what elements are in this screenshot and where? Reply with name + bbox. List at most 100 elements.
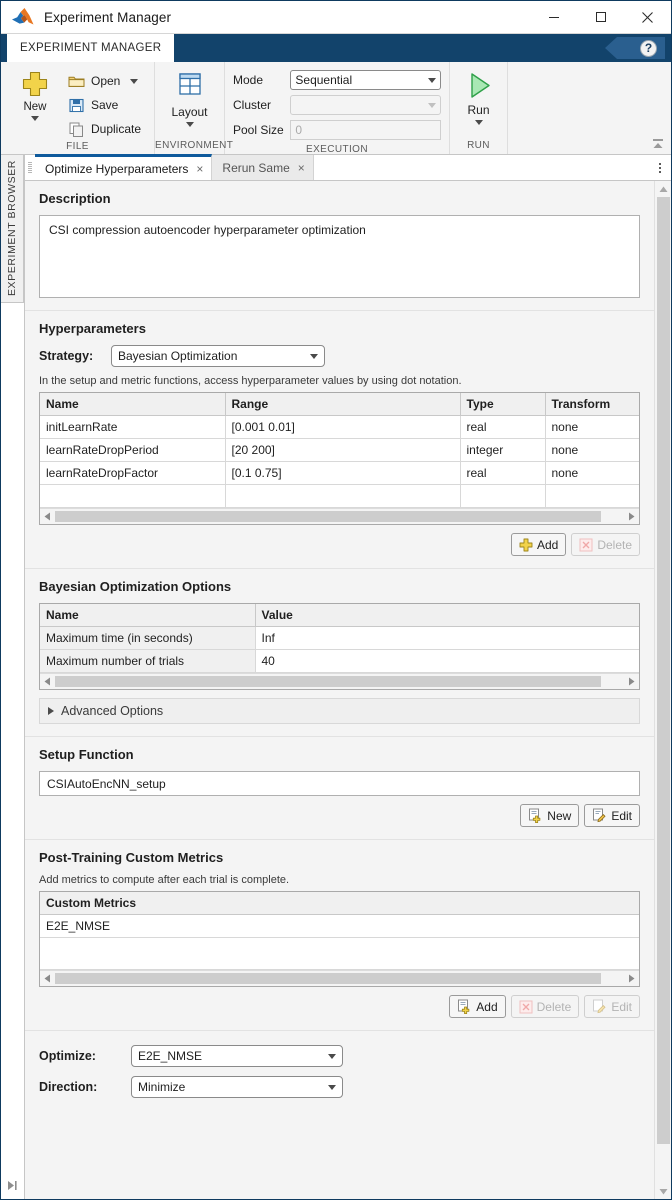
scroll-track[interactable] [655, 197, 672, 1183]
pool-size-input[interactable]: 0 [290, 120, 441, 140]
table-row[interactable]: Maximum time (in seconds) Inf [40, 627, 639, 650]
cell-type[interactable]: real [460, 416, 545, 439]
minimize-button[interactable] [530, 1, 577, 34]
advanced-options-toggle[interactable]: Advanced Options [39, 698, 640, 724]
save-button[interactable]: Save [63, 93, 145, 117]
cluster-dropdown[interactable] [290, 95, 441, 115]
strategy-value: Bayesian Optimization [118, 349, 237, 363]
scroll-left-button[interactable] [40, 974, 55, 983]
cell-type[interactable]: integer [460, 439, 545, 462]
scroll-right-button[interactable] [624, 974, 639, 983]
table-row[interactable]: learnRateDropFactor [0.1 0.75] real none [40, 462, 639, 485]
column-header-name[interactable]: Name [40, 604, 255, 627]
scroll-down-button[interactable] [655, 1183, 672, 1199]
add-hyperparameter-button[interactable]: Add [511, 533, 566, 556]
open-button[interactable]: Open [63, 69, 145, 93]
new-setup-function-button[interactable]: New [520, 804, 579, 827]
tab-label: Rerun Same [222, 161, 289, 175]
description-textarea[interactable]: CSI compression autoencoder hyperparamet… [39, 215, 640, 298]
run-button[interactable]: Run [456, 65, 501, 125]
edit-label: Edit [611, 809, 632, 823]
close-icon[interactable]: × [196, 163, 203, 175]
cell-range[interactable]: [20 200] [225, 439, 460, 462]
chevron-down-icon[interactable] [31, 116, 39, 121]
column-header-name[interactable]: Name [40, 393, 225, 416]
expand-panel-button[interactable] [1, 1171, 24, 1199]
scroll-thumb[interactable] [55, 676, 601, 687]
copy-icon [67, 120, 85, 138]
table-row[interactable]: initLearnRate [0.001 0.01] real none [40, 416, 639, 439]
mode-dropdown[interactable]: Sequential [290, 70, 441, 90]
tab-rerun-same[interactable]: Rerun Same × [212, 155, 313, 180]
pool-size-placeholder: 0 [295, 123, 302, 137]
tab-experiment-manager[interactable]: EXPERIMENT MANAGER [7, 34, 174, 62]
direction-dropdown[interactable]: Minimize [131, 1076, 343, 1098]
tab-optimize-hyperparameters[interactable]: Optimize Hyperparameters × [35, 154, 212, 180]
scroll-left-button[interactable] [40, 677, 55, 686]
cell-range[interactable]: [0.1 0.75] [225, 462, 460, 485]
collapse-ribbon-button[interactable] [651, 137, 665, 151]
cell-name[interactable]: learnRateDropFactor [40, 462, 225, 485]
scroll-thumb[interactable] [55, 511, 601, 522]
chevron-down-icon [428, 103, 436, 108]
scroll-thumb[interactable] [55, 973, 601, 984]
add-label: Add [476, 1000, 497, 1014]
column-header-transform[interactable]: Transform [545, 393, 639, 416]
setup-function-input[interactable]: CSIAutoEncNN_setup [39, 771, 640, 796]
close-button[interactable] [624, 1, 671, 34]
close-icon[interactable]: × [298, 162, 305, 174]
custom-metrics-button-row: Add Delete [39, 995, 640, 1018]
scroll-right-button[interactable] [624, 677, 639, 686]
column-header-range[interactable]: Range [225, 393, 460, 416]
horizontal-scrollbar[interactable] [40, 970, 639, 986]
cell-name[interactable]: learnRateDropPeriod [40, 439, 225, 462]
add-metric-button[interactable]: Add [449, 995, 505, 1018]
strategy-dropdown[interactable]: Bayesian Optimization [111, 345, 325, 367]
table-header-row: Name Range Type Transform [40, 393, 639, 416]
optimize-dropdown[interactable]: E2E_NMSE [131, 1045, 343, 1067]
cell-name[interactable]: initLearnRate [40, 416, 225, 439]
cell-range[interactable]: [0.001 0.01] [225, 416, 460, 439]
table-row[interactable]: learnRateDropPeriod [20 200] integer non… [40, 439, 639, 462]
table-row[interactable]: E2E_NMSE [40, 915, 639, 938]
scroll-left-button[interactable] [40, 512, 55, 521]
tab-overflow-button[interactable] [649, 155, 671, 180]
edit-setup-function-button[interactable]: Edit [584, 804, 640, 827]
chevron-down-icon[interactable] [186, 122, 194, 127]
scroll-track[interactable] [55, 511, 624, 522]
column-header-value[interactable]: Value [255, 604, 639, 627]
cell-type[interactable]: real [460, 462, 545, 485]
scroll-thumb[interactable] [657, 197, 670, 1144]
table-row[interactable]: Maximum number of trials 40 [40, 650, 639, 673]
save-label: Save [91, 98, 118, 112]
folder-icon [67, 72, 85, 90]
horizontal-scrollbar[interactable] [40, 508, 639, 524]
cell-value[interactable]: Inf [255, 627, 639, 650]
cell-transform[interactable]: none [545, 462, 639, 485]
scroll-track[interactable] [55, 676, 624, 687]
mode-value: Sequential [295, 73, 352, 87]
cell-value[interactable]: 40 [255, 650, 639, 673]
vertical-scrollbar[interactable] [654, 181, 671, 1199]
scroll-up-button[interactable] [655, 181, 672, 197]
column-header-type[interactable]: Type [460, 393, 545, 416]
column-header-custom-metrics[interactable]: Custom Metrics [40, 892, 639, 915]
maximize-button[interactable] [577, 1, 624, 34]
chevron-down-icon[interactable] [130, 79, 138, 84]
drag-grip-icon[interactable] [25, 155, 35, 180]
help-button[interactable]: ? [605, 37, 665, 59]
duplicate-button[interactable]: Duplicate [63, 117, 145, 141]
strategy-row: Strategy: Bayesian Optimization [39, 345, 640, 367]
window-title: Experiment Manager [44, 10, 171, 25]
cell-transform[interactable]: none [545, 439, 639, 462]
layout-button[interactable]: Layout [161, 65, 218, 127]
horizontal-scrollbar[interactable] [40, 673, 639, 689]
new-button[interactable]: New [7, 65, 63, 121]
tab-label: Optimize Hyperparameters [45, 162, 188, 176]
cell-transform[interactable]: none [545, 416, 639, 439]
chevron-down-icon[interactable] [475, 120, 483, 125]
cell-metric-name[interactable]: E2E_NMSE [40, 915, 639, 938]
scroll-track[interactable] [55, 973, 624, 984]
scroll-right-button[interactable] [624, 512, 639, 521]
sidebar-item-experiment-browser[interactable]: EXPERIMENT BROWSER [1, 155, 24, 303]
